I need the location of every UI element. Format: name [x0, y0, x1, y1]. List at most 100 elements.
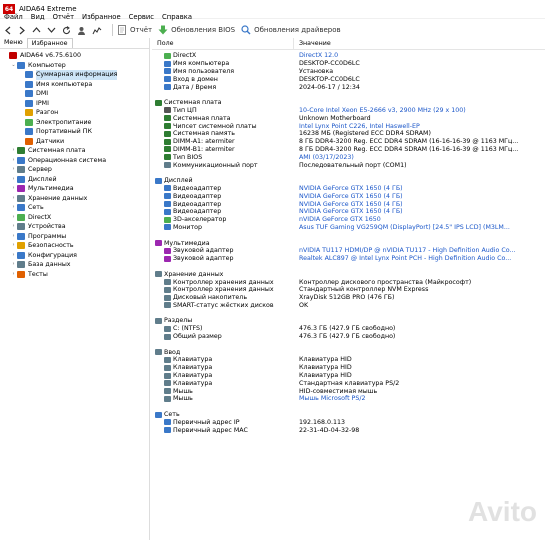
bios-update-button[interactable]: Обновления BIOS: [158, 25, 235, 35]
tree-item[interactable]: › База данных: [0, 260, 149, 270]
section-header[interactable]: Дисплей: [152, 177, 545, 185]
value-cell[interactable]: NVIDIA GeForce GTX 1650 (4 ГБ): [294, 208, 545, 215]
tree-item[interactable]: Датчики: [0, 137, 149, 147]
user-button[interactable]: [77, 26, 86, 35]
detail-row[interactable]: Видеоадаптер NVIDIA GeForce GTX 1650 (4 Г…: [152, 200, 545, 208]
driver-update-button[interactable]: Обновления драйверов: [241, 25, 341, 35]
detail-row[interactable]: Видеоадаптер NVIDIA GeForce GTX 1650 (4 Г…: [152, 192, 545, 200]
tree-item[interactable]: Портативный ПК: [0, 127, 149, 137]
detail-row[interactable]: Тип ЦП 10-Core Intel Xeon E5-2666 v3, 290…: [152, 107, 545, 115]
value-cell[interactable]: Мышь Microsoft PS/2: [294, 395, 545, 402]
tree-item[interactable]: › Сеть: [0, 203, 149, 213]
detail-row[interactable]: Первичный адрес IP 192.168.0.113: [152, 418, 545, 426]
refresh-button[interactable]: [62, 25, 71, 35]
back-button[interactable]: [4, 26, 12, 35]
detail-row[interactable]: Системная память 16238 МБ (Registered ECC…: [152, 130, 545, 138]
value-cell[interactable]: Intel Lynx Point C226, Intel Haswell-EP: [294, 123, 545, 130]
expand-chevron-icon[interactable]: ›: [10, 270, 17, 280]
detail-row[interactable]: Видеоадаптер NVIDIA GeForce GTX 1650 (4 Г…: [152, 185, 545, 193]
expand-chevron-icon[interactable]: ›: [10, 146, 17, 156]
expand-chevron-icon[interactable]: ›: [10, 156, 17, 166]
value-cell[interactable]: Asus TUF Gaming VG259QM (DisplayPort) [2…: [294, 224, 545, 231]
value-cell[interactable]: DirectX 12.0: [294, 52, 545, 59]
expand-chevron-icon[interactable]: ›: [10, 184, 17, 194]
up-button[interactable]: [32, 26, 41, 34]
menu-item[interactable]: Отчёт: [53, 13, 74, 21]
tree-item[interactable]: ⌄ Компьютер: [0, 61, 149, 71]
detail-row[interactable]: Системная плата Unknown Motherboard: [152, 114, 545, 122]
menu-item[interactable]: Справка: [162, 13, 192, 21]
tree-item[interactable]: › Хранение данных: [0, 194, 149, 204]
expand-chevron-icon[interactable]: ›: [10, 241, 17, 251]
section-header[interactable]: Системная плата: [152, 99, 545, 107]
expand-chevron-icon[interactable]: ›: [10, 222, 17, 232]
detail-row[interactable]: DirectX DirectX 12.0: [152, 52, 545, 60]
value-cell[interactable]: NVIDIA GeForce GTX 1650 (4 ГБ): [294, 185, 545, 192]
detail-row[interactable]: Первичный адрес MAC 22-31-4D-04-32-98: [152, 426, 545, 434]
detail-row[interactable]: SMART-статус жёстких дисков OK: [152, 302, 545, 310]
value-cell[interactable]: NVIDIA GeForce GTX 1650 (4 ГБ): [294, 193, 545, 200]
expand-chevron-icon[interactable]: ›: [10, 251, 17, 261]
section-header[interactable]: Мультимедиа: [152, 239, 545, 247]
menu-item[interactable]: Сервис: [129, 13, 154, 21]
forward-button[interactable]: [18, 26, 26, 35]
detail-row[interactable]: C: (NTFS) 476.3 ГБ (427.9 ГБ свободно): [152, 325, 545, 333]
tree-item[interactable]: › DirectX: [0, 213, 149, 223]
expand-chevron-icon[interactable]: ⌄: [10, 61, 17, 71]
value-cell[interactable]: nVIDIA TU117 HDMI/DP @ nVIDIA TU117 - Hi…: [294, 247, 545, 254]
menu-item[interactable]: Файл: [4, 13, 23, 21]
detail-row[interactable]: Дата / Время 2024-06-17 / 12:34: [152, 83, 545, 91]
detail-row[interactable]: Клавиатура Клавиатура HID: [152, 372, 545, 380]
detail-row[interactable]: Общий размер 476.3 ГБ (427.9 ГБ свободно): [152, 333, 545, 341]
detail-row[interactable]: Мышь Мышь Microsoft PS/2: [152, 395, 545, 403]
expand-chevron-icon[interactable]: ›: [10, 232, 17, 242]
section-header[interactable]: Разделы: [152, 317, 545, 325]
detail-row[interactable]: Чипсет системной платы Intel Lynx Point C…: [152, 122, 545, 130]
down-button[interactable]: [47, 26, 56, 34]
detail-row[interactable]: Коммуникационный порт Последовательный по…: [152, 161, 545, 169]
tree-item[interactable]: Суммарная информация: [0, 70, 149, 80]
tree-item[interactable]: › Операционная система: [0, 156, 149, 166]
tree-item[interactable]: Имя компьютера: [0, 80, 149, 90]
column-value[interactable]: Значение: [294, 38, 331, 49]
tree-item[interactable]: › Сервер: [0, 165, 149, 175]
menu-item[interactable]: Избранное: [82, 13, 121, 21]
value-cell[interactable]: Realtek ALC897 @ Intel Lynx Point PCH - …: [294, 255, 545, 262]
tab-favorites[interactable]: Избранное: [26, 38, 73, 48]
tree-item[interactable]: Электропитание: [0, 118, 149, 128]
tree-item[interactable]: DMI: [0, 89, 149, 99]
expand-chevron-icon[interactable]: ›: [10, 213, 17, 223]
tree-item[interactable]: › Тесты: [0, 270, 149, 280]
expand-chevron-icon[interactable]: ›: [10, 175, 17, 185]
detail-row[interactable]: Контроллер хранения данных Контроллер дис…: [152, 278, 545, 286]
detail-row[interactable]: 3D-акселератор nVIDIA GeForce GTX 1650: [152, 216, 545, 224]
tree-item[interactable]: › Программы: [0, 232, 149, 242]
value-cell[interactable]: AMI (03/17/2023): [294, 154, 545, 161]
tree-item[interactable]: › Системная плата: [0, 146, 149, 156]
detail-row[interactable]: Клавиатура Клавиатура HID: [152, 356, 545, 364]
chart-button[interactable]: [92, 26, 102, 35]
detail-row[interactable]: Звуковой адаптер Realtek ALC897 @ Intel L…: [152, 255, 545, 263]
section-header[interactable]: Хранение данных: [152, 270, 545, 278]
detail-row[interactable]: Звуковой адаптер nVIDIA TU117 HDMI/DP @ n…: [152, 247, 545, 255]
detail-row[interactable]: Имя компьютера DESKTOP-CC0D6LC: [152, 60, 545, 68]
detail-row[interactable]: Мышь HID-совместимая мышь: [152, 387, 545, 395]
tree-item[interactable]: › Мультимедиа: [0, 184, 149, 194]
value-cell[interactable]: NVIDIA GeForce GTX 1650 (4 ГБ): [294, 201, 545, 208]
expand-chevron-icon[interactable]: ›: [10, 165, 17, 175]
expand-chevron-icon[interactable]: ›: [10, 203, 17, 213]
tab-menu[interactable]: Меню: [0, 38, 27, 48]
tree-item[interactable]: › Устройства: [0, 222, 149, 232]
column-field[interactable]: Поле: [152, 38, 294, 49]
detail-row[interactable]: Клавиатура Клавиатура HID: [152, 364, 545, 372]
detail-row[interactable]: DIMM-B1: atermiter 8 ГБ DDR4-3200 Reg. EC…: [152, 146, 545, 154]
detail-row[interactable]: Дисковый накопитель XrayDisk 512GB PRO (4…: [152, 294, 545, 302]
tree-item[interactable]: Разгон: [0, 108, 149, 118]
menu-item[interactable]: Вид: [31, 13, 45, 21]
detail-row[interactable]: Тип BIOS AMI (03/17/2023): [152, 153, 545, 161]
section-header[interactable]: Ввод: [152, 348, 545, 356]
detail-row[interactable]: Видеоадаптер NVIDIA GeForce GTX 1650 (4 Г…: [152, 208, 545, 216]
expand-chevron-icon[interactable]: ›: [10, 260, 17, 270]
detail-row[interactable]: Клавиатура Стандартная клавиатура PS/2: [152, 379, 545, 387]
tree-item[interactable]: IPMI: [0, 99, 149, 109]
